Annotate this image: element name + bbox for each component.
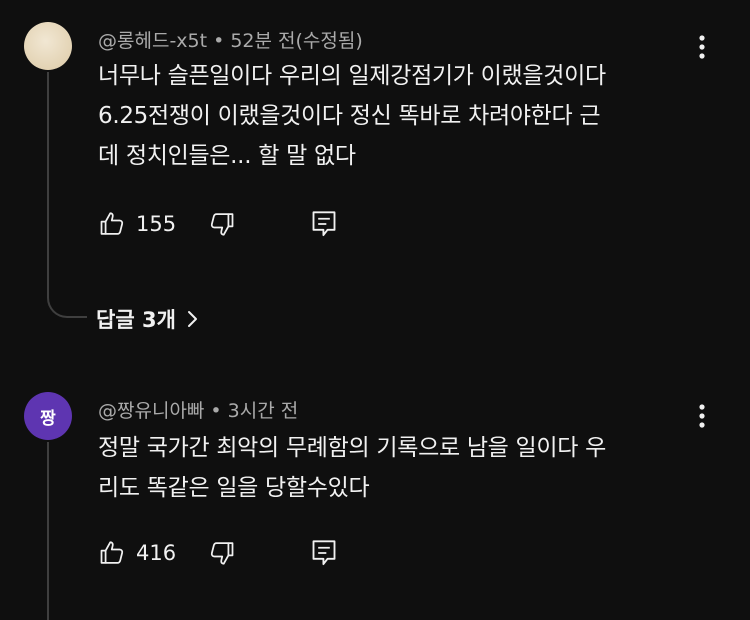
like-button[interactable] [98,539,126,567]
comment-actions: 416 [98,536,338,570]
more-options-button[interactable] [692,401,712,431]
comment-text-line: 리도 똑같은 일을 당할수있다 [98,475,370,501]
comment-text-line: 6.25전쟁이 이랬을것이다 정신 똑바로 차려야한다 근 [98,103,601,129]
thread-line [47,72,49,280]
reply-button[interactable] [310,210,338,238]
comment-meta: @롱헤드-x5t • 52분 전(수정됨) [98,26,363,53]
like-button[interactable] [98,210,126,238]
comment-text-line: 데 정치인들은... 할 말 없다 [98,143,356,169]
comment-time[interactable]: 52분 전(수정됨) [230,30,362,52]
dislike-button[interactable] [208,539,236,567]
dislike-button[interactable] [208,210,236,238]
comment-author[interactable]: @짱유니아빠 [98,400,204,422]
replies-toggle-button[interactable]: 답글 3개 [96,304,198,334]
thumb-up-icon [100,212,124,235]
more-vert-icon [699,404,705,428]
meta-separator: • [213,30,225,52]
comment-author[interactable]: @롱헤드-x5t [98,30,207,52]
avatar[interactable]: 짱 [24,392,72,440]
thumb-down-icon [210,213,234,236]
comment-actions: 155 [98,207,338,241]
more-vert-icon [699,35,705,59]
comment-text: 너무나 슬픈일이다 우리의 일제강점기가 이랬을것이다 6.25전쟁이 이랬을것… [98,56,698,176]
comment-text: 정말 국가간 최악의 무례함의 기록으로 남을 일이다 우 리도 똑같은 일을 … [98,428,698,508]
avatar[interactable] [24,22,72,70]
chevron-right-icon [186,309,198,329]
like-count: 416 [136,541,177,565]
replies-count-label: 답글 3개 [96,308,176,332]
reply-icon [312,540,336,566]
comment-time[interactable]: 3시간 전 [228,400,299,422]
comment-text-line: 너무나 슬픈일이다 우리의 일제강점기가 이랬을것이다 [98,63,606,89]
thumb-down-icon [210,542,234,565]
thread-line-curve [47,278,87,318]
reply-button[interactable] [310,539,338,567]
like-count: 155 [136,212,177,236]
comment-meta: @짱유니아빠 • 3시간 전 [98,396,298,423]
meta-separator: • [210,400,222,422]
comment-text-line: 정말 국가간 최악의 무례함의 기록으로 남을 일이다 우 [98,435,606,461]
avatar-initial: 짱 [40,408,56,429]
reply-icon [312,211,336,237]
thumb-up-icon [100,541,124,564]
thread-line [47,442,49,620]
